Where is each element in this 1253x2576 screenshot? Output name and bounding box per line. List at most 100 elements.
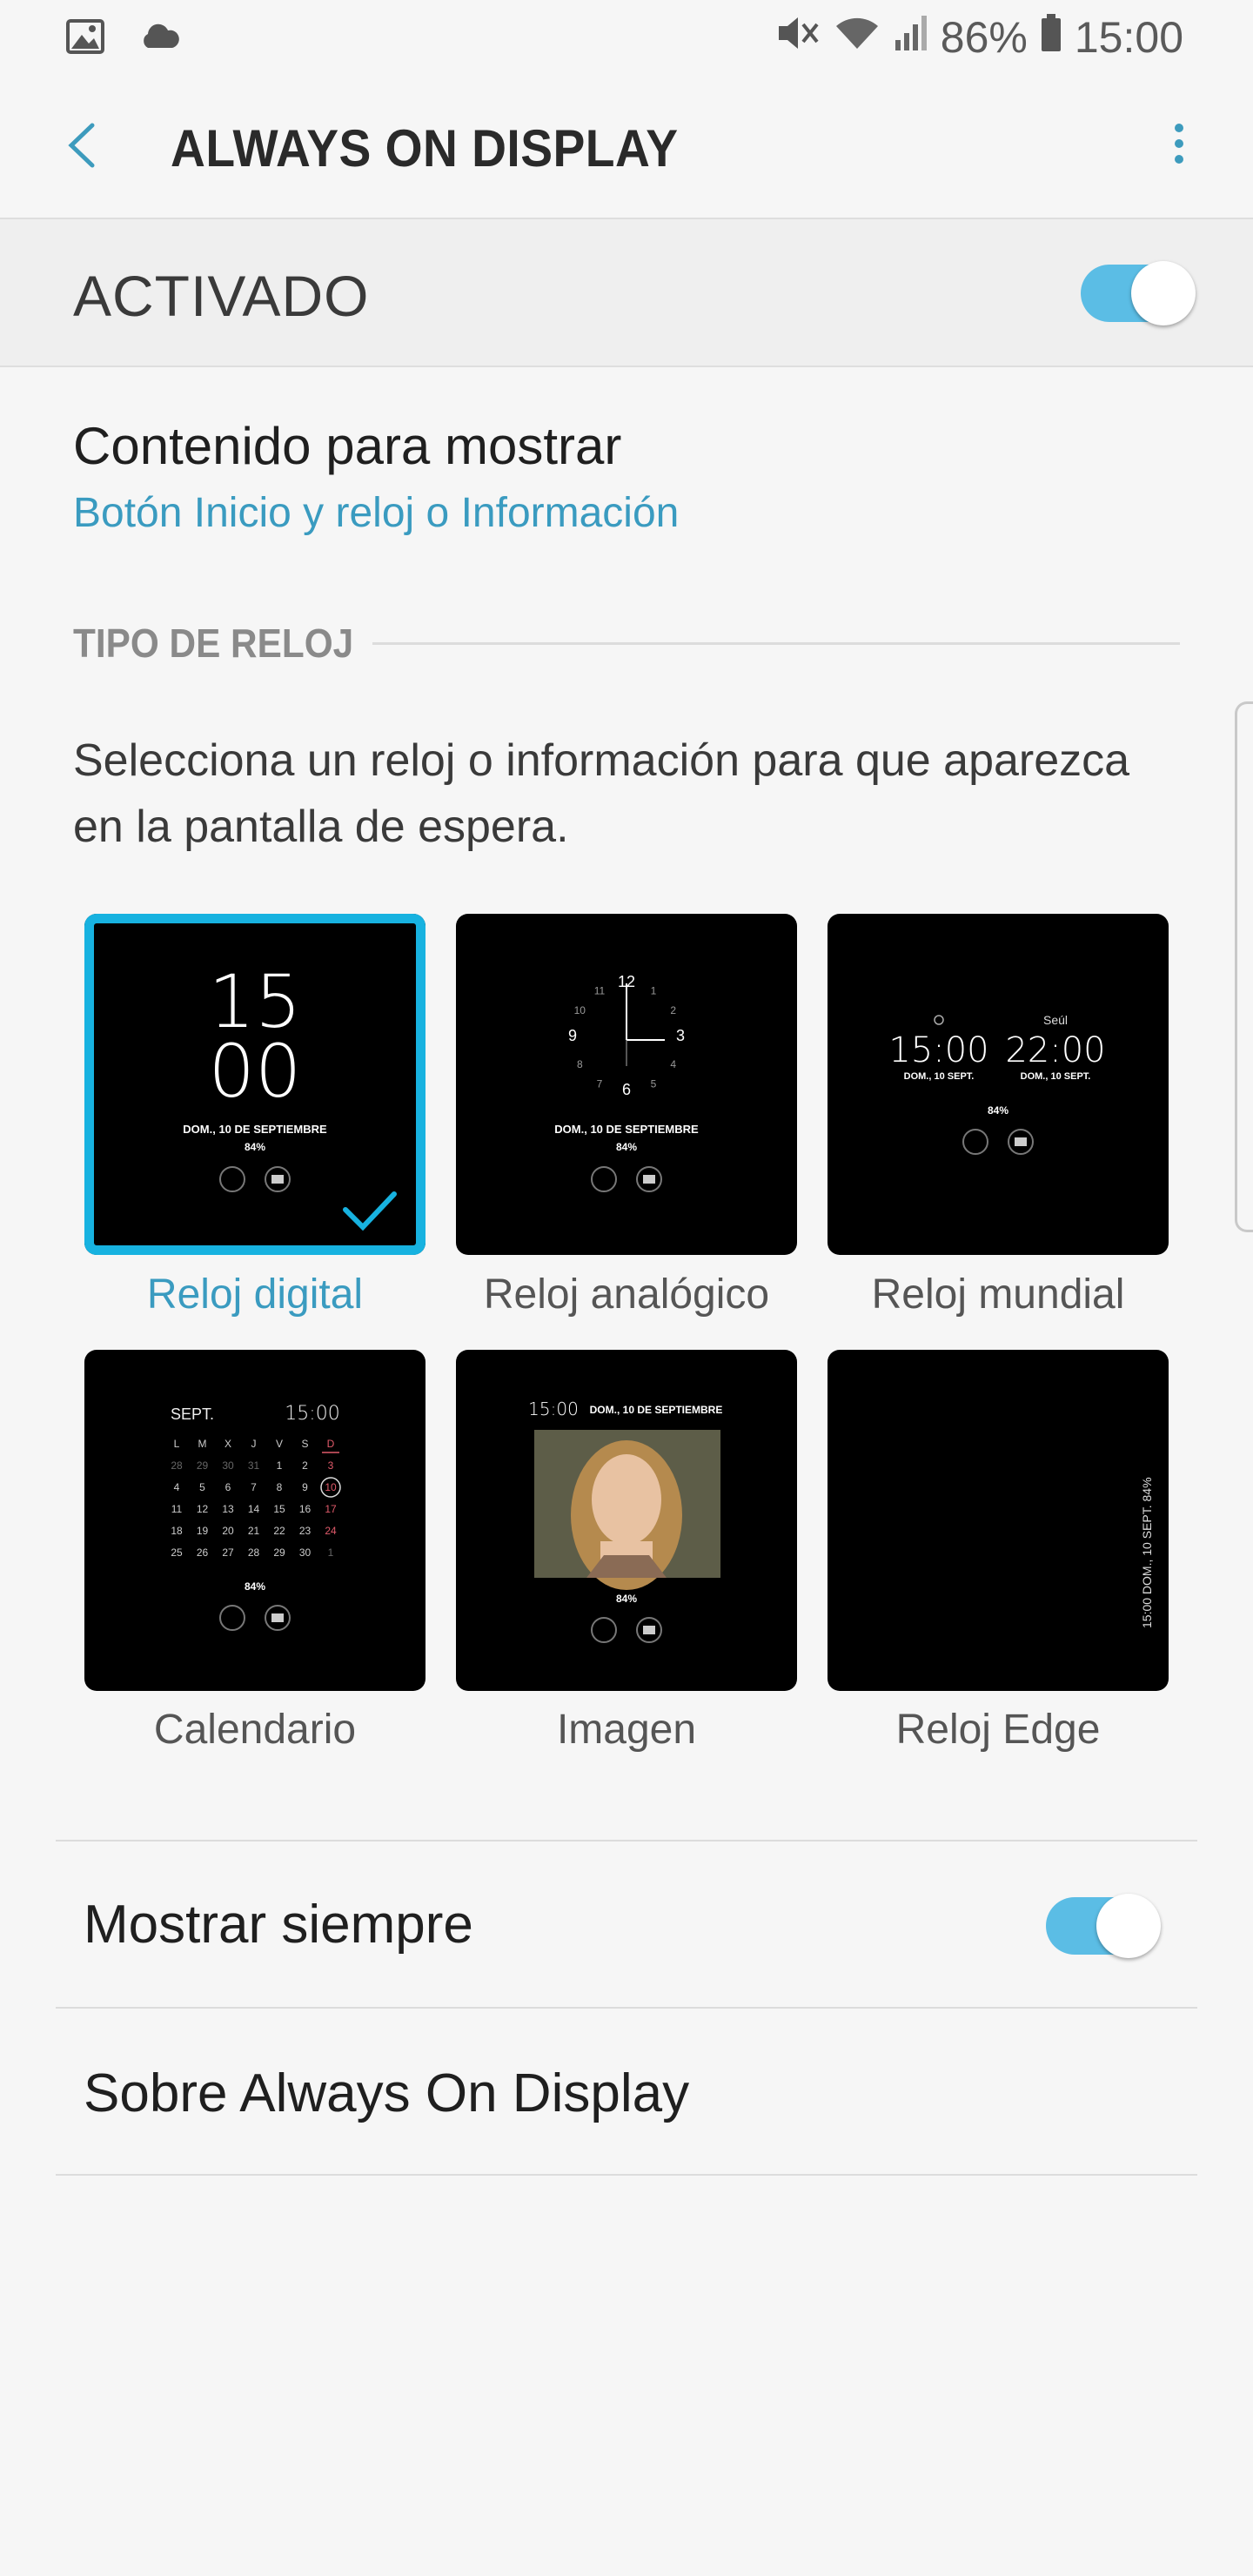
page-title: ALWAYS ON DISPLAY [171,119,679,178]
analog-hour-number: 10 [574,1004,586,1016]
cal-day: 10 [325,1481,337,1493]
cal-weekday: J [251,1438,257,1450]
clock-option-edge[interactable]: 15:00 DOM., 10 SEPT. 84% [828,1350,1169,1691]
cal-day: 22 [273,1525,285,1537]
missed-call-icon [219,1605,245,1631]
cal-day: 29 [273,1546,285,1559]
world-city: Seúl [1043,1013,1068,1027]
clock-option-label: Reloj Edge [895,1707,1101,1753]
clock-option-world[interactable]: Seúl 15:00 22:00 DOM., 10 SEPT. DOM., 10… [828,914,1169,1255]
signal-icon [894,12,928,63]
more-dot-icon [1175,124,1183,132]
clock-description: Selecciona un reloj o información para q… [73,735,1130,852]
analog-hour-number: 2 [670,1004,676,1016]
clock-option-digital[interactable]: 15 00 DOM., 10 DE SEPTIEMBRE 84% [84,914,425,1255]
list-divider [56,1840,1197,1841]
cal-day: 8 [277,1481,283,1493]
missed-call-icon [591,1166,617,1192]
gallery-notification-icon [66,19,104,58]
clock-option-label: Calendario [153,1707,357,1753]
cal-day: 12 [197,1503,209,1515]
cal-day: 21 [248,1525,260,1537]
analog-hour-number: 8 [577,1058,583,1070]
world-date-local: DOM., 10 SEPT. [904,1071,975,1082]
clock-option-image[interactable]: 15:00 DOM., 10 DE SEPTIEMBRE 84% [456,1350,797,1691]
world-date-remote: DOM., 10 SEPT. [1021,1071,1091,1082]
cal-day: 27 [222,1546,234,1559]
list-divider [56,2174,1197,2176]
cal-day: 9 [302,1481,308,1493]
analog-battery: 84% [616,1141,637,1153]
cal-day: 7 [251,1481,257,1493]
cal-day: 25 [171,1546,183,1559]
missed-call-icon [591,1617,617,1643]
analog-hour-number: 5 [651,1078,657,1090]
digital-minutes: 00 [209,1029,302,1114]
show-always-toggle[interactable] [1046,1894,1161,1958]
world-time-local: 15:00 [888,1030,988,1070]
content-to-show-value: Botón Inicio y reloj o Información [73,490,680,536]
wifi-icon [833,12,881,63]
world-time-remote: 22:00 [1005,1030,1105,1070]
cal-weekday: D [327,1438,335,1450]
clock-option-analog[interactable]: 12 1 2 3 4 5 6 7 8 9 10 11 DOM., 10 DE SEPTIEMBRE 8… [456,914,797,1255]
back-button[interactable] [56,115,117,176]
cal-day: 1 [277,1459,283,1472]
cal-day: 5 [199,1481,205,1493]
more-dot-icon [1175,155,1183,164]
edge-text: 15:00 DOM., 10 SEPT. 84% [1140,1477,1154,1628]
clock-option-label: Imagen [556,1707,697,1753]
cal-day: 20 [222,1525,234,1537]
missed-call-icon [962,1129,988,1155]
cal-weekday: V [276,1438,283,1450]
analog-hour-number: 11 [594,984,606,996]
cal-day: 26 [197,1546,209,1559]
app-bar: ALWAYS ON DISPLAY [0,73,1253,219]
cal-day: 2 [302,1459,308,1472]
cal-day: 11 [171,1503,183,1515]
master-toggle[interactable] [1081,261,1196,325]
analog-hour-number: 1 [651,984,657,996]
cal-day: 24 [325,1525,337,1537]
analog-date: DOM., 10 DE SEPTIEMBRE [554,1123,699,1136]
section-header-clock-type: TIPO DE RELOJ [73,621,354,666]
cal-month: SEPT. [171,1405,214,1423]
cal-day: 17 [325,1503,337,1515]
selected-check-icon [343,1191,397,1231]
analog-hour-number: 9 [568,1027,577,1044]
missed-call-icon [219,1166,245,1192]
status-bar: 86% 15:00 [0,0,1253,73]
cal-day: 28 [171,1459,183,1472]
about-always-on-display[interactable]: Sobre Always On Display [84,2063,689,2124]
cal-weekday: S [301,1438,308,1450]
clock-option-label: Reloj mundial [871,1271,1125,1318]
clock-option-calendar[interactable]: SEPT. 15:00 L M X J V S D 28 29 30 31 1 2 3 4 5 6 7 8 9 10 11… [84,1350,425,1691]
status-time: 15:00 [1074,13,1183,62]
master-switch-row[interactable]: ACTIVADO [0,219,1253,367]
back-arrow-icon [68,123,95,168]
cal-day: 14 [248,1503,260,1515]
show-always-label: Mostrar siempre [84,1895,473,1955]
cal-day: 16 [299,1503,312,1515]
cal-day: 1 [328,1546,334,1559]
more-dot-icon [1175,139,1183,148]
world-battery: 84% [988,1104,1008,1117]
mute-icon [775,12,821,63]
cal-day: 18 [171,1525,183,1537]
clock-option-label: Reloj digital [146,1271,364,1318]
cal-weekday: M [198,1438,207,1450]
analog-hour-number: 6 [622,1081,631,1098]
cal-battery: 84% [245,1580,265,1593]
cal-day: 31 [248,1459,260,1472]
cal-weekday: L [174,1438,180,1450]
cal-day: 23 [299,1525,312,1537]
master-switch-label: ACTIVADO [73,264,370,328]
more-options-button[interactable] [1157,117,1201,178]
cal-day: 6 [225,1481,231,1493]
edge-panel-handle[interactable] [1235,701,1253,1232]
battery-percent: 86% [940,13,1028,62]
analog-hour-number: 7 [597,1078,603,1090]
cal-day: 4 [174,1481,180,1493]
cal-day: 19 [197,1525,209,1537]
image-battery: 84% [616,1593,637,1605]
